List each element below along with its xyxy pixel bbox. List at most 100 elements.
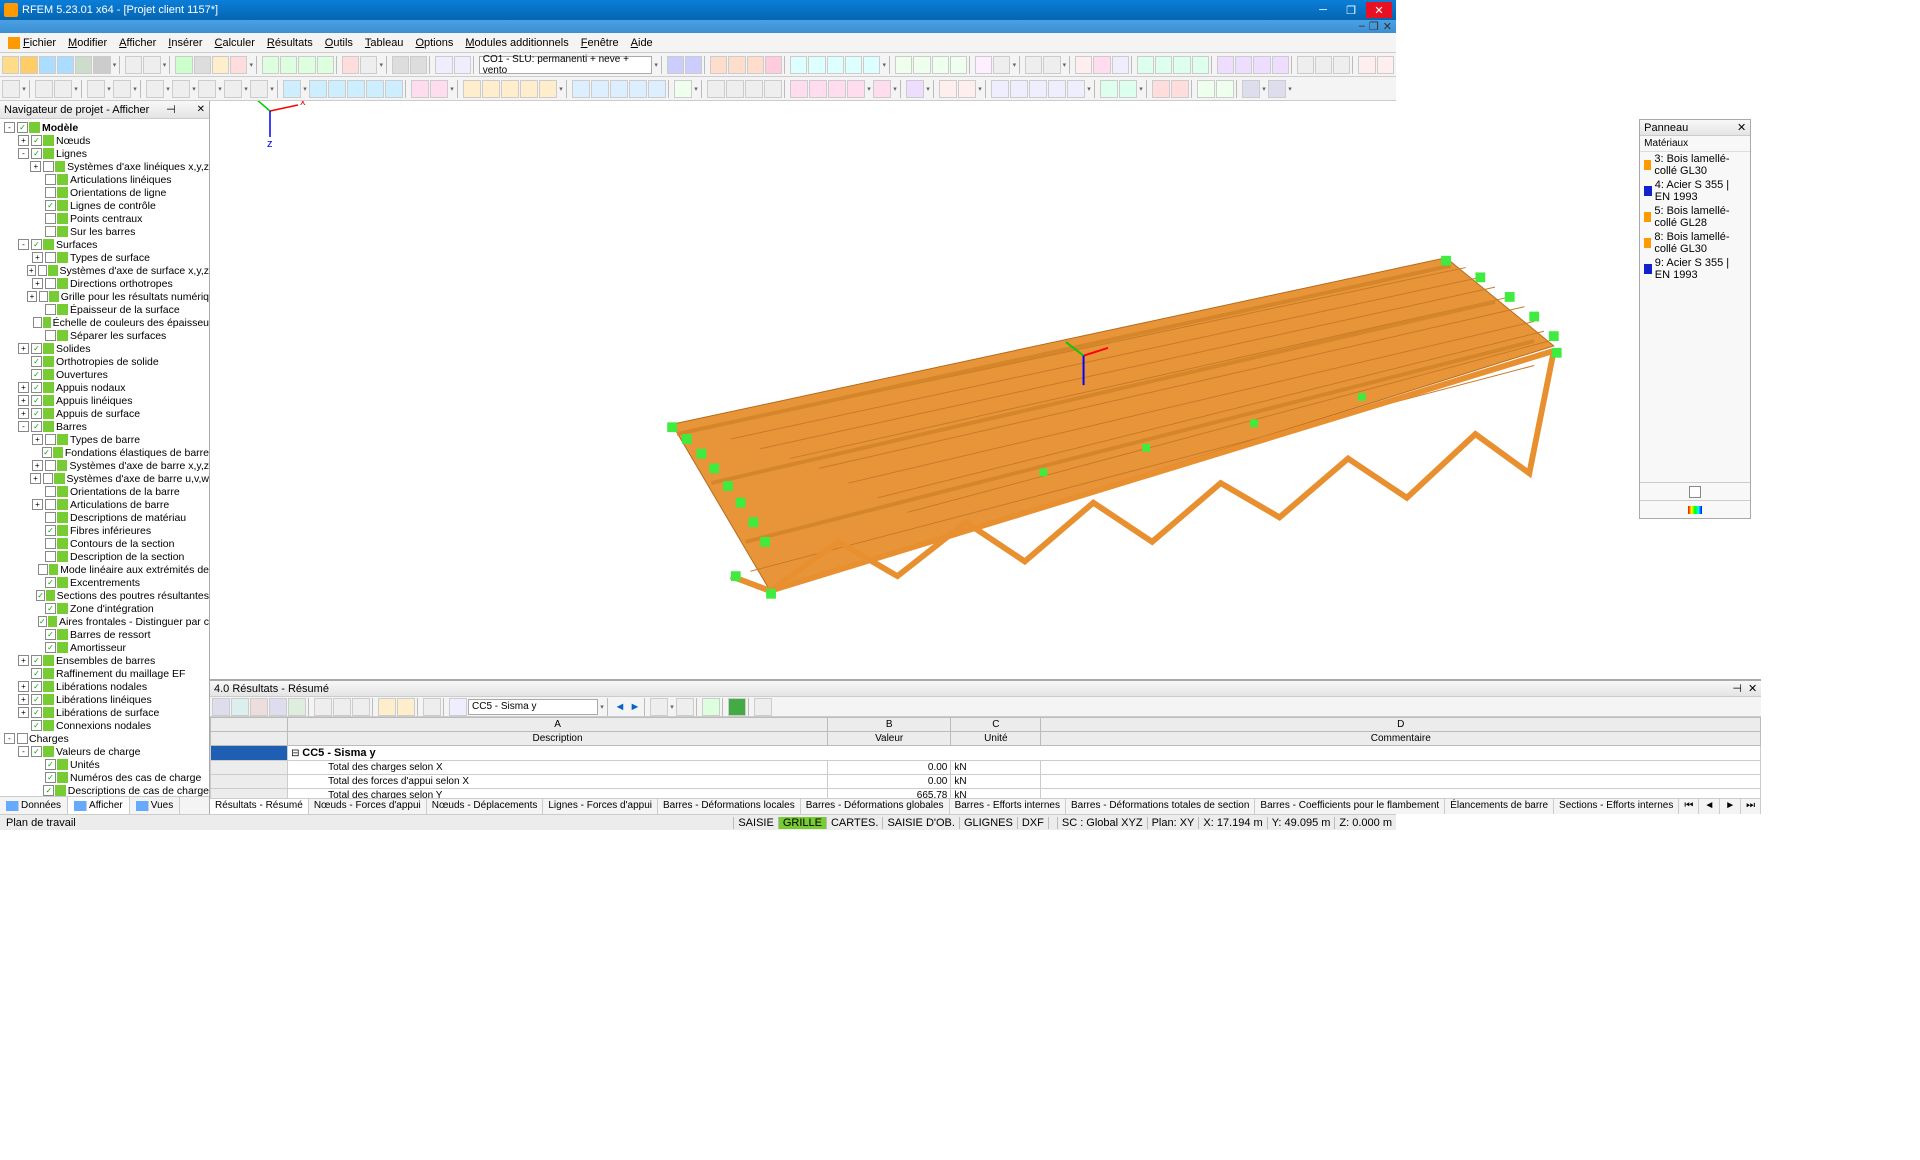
toolbar-button[interactable] xyxy=(482,80,500,98)
toolbar-button[interactable] xyxy=(1268,80,1286,98)
close-button[interactable]: ✕ xyxy=(1366,2,1392,18)
toolbar-button[interactable] xyxy=(572,80,590,98)
results-tool-button[interactable] xyxy=(352,698,370,716)
toolbar-button[interactable] xyxy=(57,56,74,74)
tree-item[interactable]: Échelle de couleurs des épaisseu xyxy=(0,316,209,329)
menu-insérer[interactable]: Insérer xyxy=(162,35,208,51)
nav-tab[interactable]: Vues xyxy=(130,797,180,814)
results-tab[interactable]: Barres - Efforts internes xyxy=(950,799,1066,814)
menu-outils[interactable]: Outils xyxy=(319,35,359,51)
tree-item[interactable]: +✓Libérations de surface xyxy=(0,706,209,719)
toolbar-button[interactable] xyxy=(501,80,519,98)
toolbar-button[interactable] xyxy=(463,80,481,98)
tree-item[interactable]: +✓Appuis de surface xyxy=(0,407,209,420)
toolbar-button[interactable] xyxy=(2,56,19,74)
toolbar-button[interactable] xyxy=(728,56,745,74)
toolbar-button[interactable] xyxy=(1216,80,1234,98)
toolbar-button[interactable] xyxy=(1333,56,1350,74)
tree-item[interactable]: ✓Fondations élastiques de barre xyxy=(0,446,209,459)
menu-tableau[interactable]: Tableau xyxy=(359,35,410,51)
toolbar-button[interactable] xyxy=(75,56,92,74)
results-tab[interactable]: Nœuds - Déplacements xyxy=(427,799,544,814)
toolbar-button[interactable] xyxy=(1377,56,1394,74)
toolbar-button[interactable] xyxy=(1192,56,1209,74)
tree-item[interactable]: -✓Modèle xyxy=(0,121,209,134)
toolbar-button[interactable] xyxy=(125,56,142,74)
toolbar-button[interactable] xyxy=(950,56,967,74)
tree-item[interactable]: +Systèmes d'axe linéiques x,y,z xyxy=(0,160,209,173)
tree-item[interactable]: -✓Surfaces xyxy=(0,238,209,251)
tree-item[interactable]: ✓Aires frontales - Distinguer par c xyxy=(0,615,209,628)
tree-item[interactable]: ✓Orthotropies de solide xyxy=(0,355,209,368)
toolbar-button[interactable] xyxy=(262,56,279,74)
results-tool-button[interactable] xyxy=(231,698,249,716)
toolbar-button[interactable] xyxy=(230,56,247,74)
material-item[interactable]: 8: Bois lamellé-collé GL30 xyxy=(1640,230,1750,256)
toolbar-button[interactable] xyxy=(1235,56,1252,74)
toolbar-button[interactable] xyxy=(250,80,268,98)
toolbar-button[interactable] xyxy=(1155,56,1172,74)
toolbar-button[interactable] xyxy=(827,56,844,74)
menu-modifier[interactable]: Modifier xyxy=(62,35,113,51)
tree-item[interactable]: -Charges xyxy=(0,732,209,745)
toolbar-button[interactable] xyxy=(87,80,105,98)
tree-item[interactable]: -✓Barres xyxy=(0,420,209,433)
toolbar-button[interactable] xyxy=(1075,56,1092,74)
toolbar-button[interactable] xyxy=(328,80,346,98)
tree-item[interactable]: Description de la section xyxy=(0,550,209,563)
results-tool-button[interactable] xyxy=(333,698,351,716)
toolbar-button[interactable] xyxy=(790,56,807,74)
tree-item[interactable]: ✓Raffinement du maillage EF xyxy=(0,667,209,680)
results-tool-button[interactable] xyxy=(269,698,287,716)
tree-item[interactable]: Points centraux xyxy=(0,212,209,225)
toolbar-button[interactable] xyxy=(913,56,930,74)
panel-footer-2[interactable] xyxy=(1640,500,1750,518)
toolbar-button[interactable] xyxy=(707,80,725,98)
toolbar-button[interactable] xyxy=(847,80,865,98)
panel-footer-1[interactable] xyxy=(1640,482,1750,500)
toolbar-button[interactable] xyxy=(280,56,297,74)
toolbar-button[interactable] xyxy=(1253,56,1270,74)
toolbar-button[interactable] xyxy=(764,80,782,98)
toolbar-button[interactable] xyxy=(939,80,957,98)
menu-fichier[interactable]: Fichier xyxy=(2,35,62,51)
toolbar-button[interactable] xyxy=(932,56,949,74)
toolbar-button[interactable] xyxy=(993,56,1010,74)
tree-item[interactable]: +Directions orthotropes xyxy=(0,277,209,290)
tree-item[interactable]: +Systèmes d'axe de barre x,y,z xyxy=(0,459,209,472)
menu-calculer[interactable]: Calculer xyxy=(209,35,261,51)
toolbar-button[interactable] xyxy=(430,80,448,98)
toolbar-button[interactable] xyxy=(198,80,216,98)
toolbar-button[interactable] xyxy=(309,80,327,98)
results-tab[interactable]: Sections - Efforts internes xyxy=(1554,799,1679,814)
toolbar-button[interactable] xyxy=(975,56,992,74)
tree-item[interactable]: -✓Valeurs de charge xyxy=(0,745,209,758)
material-item[interactable]: 3: Bois lamellé-collé GL30 xyxy=(1640,152,1750,178)
nav-tab[interactable]: Afficher xyxy=(68,797,130,814)
tree-item[interactable]: Articulations linéiques xyxy=(0,173,209,186)
results-tool-button[interactable] xyxy=(378,698,396,716)
tree-item[interactable]: +Systèmes d'axe de surface x,y,z xyxy=(0,264,209,277)
tree-item[interactable]: +✓Solides xyxy=(0,342,209,355)
tree-item[interactable]: ✓Ouvertures xyxy=(0,368,209,381)
toolbar-button[interactable] xyxy=(906,80,924,98)
toolbar-button[interactable] xyxy=(1029,80,1047,98)
tree-item[interactable]: +✓Appuis nodaux xyxy=(0,381,209,394)
toolbar-button[interactable] xyxy=(1112,56,1129,74)
results-tool-button[interactable] xyxy=(314,698,332,716)
tree-item[interactable]: ✓Lignes de contrôle xyxy=(0,199,209,212)
tree-item[interactable]: ✓Descriptions de cas de charge xyxy=(0,784,209,796)
toolbar-button[interactable] xyxy=(958,80,976,98)
toolbar-button[interactable] xyxy=(283,80,301,98)
toolbar-button[interactable] xyxy=(366,80,384,98)
tree-item[interactable]: +Articulations de barre xyxy=(0,498,209,511)
toolbar-button[interactable] xyxy=(435,56,452,74)
toolbar-button[interactable] xyxy=(1048,80,1066,98)
toolbar-button[interactable] xyxy=(1025,56,1042,74)
results-tab[interactable]: Résultats - Résumé xyxy=(210,799,309,814)
tree-item[interactable]: Mode linéaire aux extrémités de xyxy=(0,563,209,576)
toolbar-button[interactable] xyxy=(685,56,702,74)
toolbar-button[interactable] xyxy=(1315,56,1332,74)
toolbar-button[interactable] xyxy=(1358,56,1375,74)
results-tool-button[interactable] xyxy=(397,698,415,716)
